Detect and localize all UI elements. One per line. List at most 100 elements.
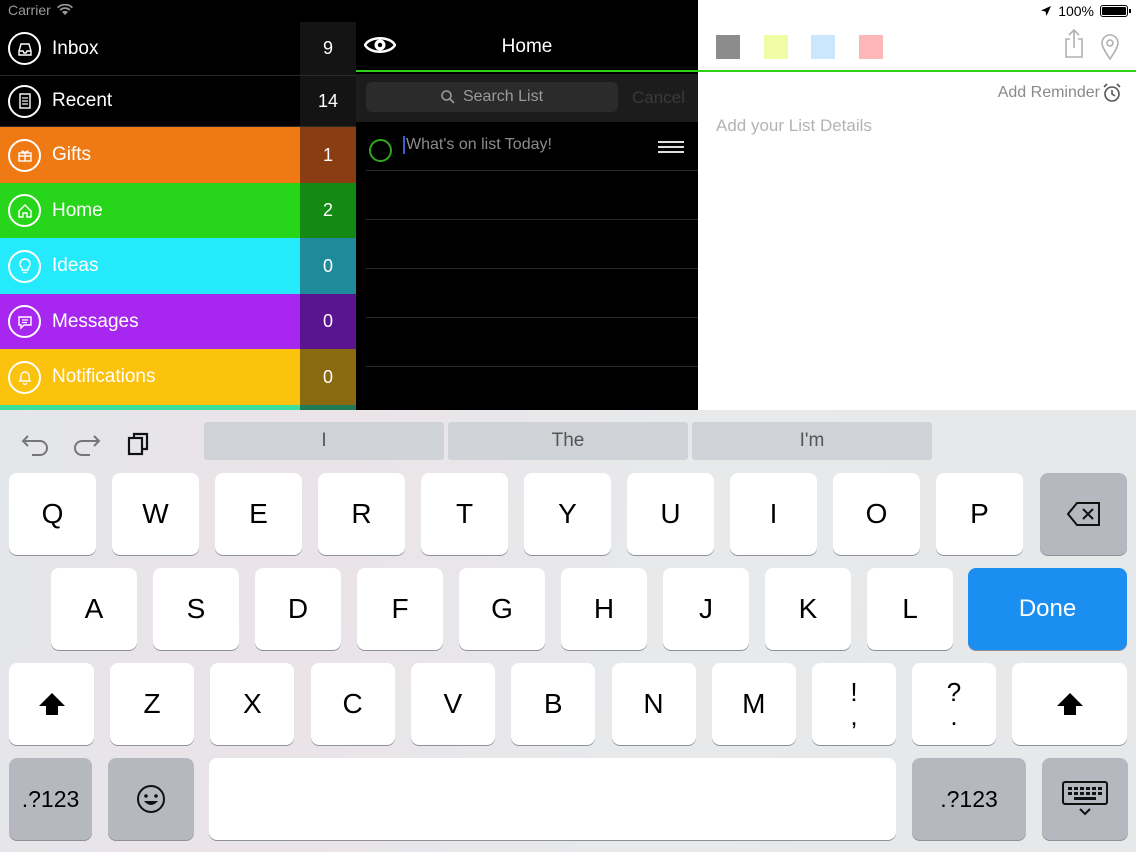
key-j[interactable]: J bbox=[663, 568, 749, 650]
onscreen-keyboard: I The I'm Q W E R T Y U I O P A S D F G H J K L Done Z X C V B N M… bbox=[0, 410, 1136, 852]
backspace-icon bbox=[1066, 502, 1100, 526]
key-h[interactable]: H bbox=[561, 568, 647, 650]
sidebar-item-gifts[interactable]: Gifts 1 bbox=[0, 127, 356, 183]
key-d[interactable]: D bbox=[255, 568, 341, 650]
key-l[interactable]: L bbox=[867, 568, 953, 650]
bell-icon bbox=[8, 360, 41, 394]
wifi-icon bbox=[56, 4, 73, 15]
key-v[interactable]: V bbox=[410, 663, 495, 745]
list-details-field[interactable]: Add your List Details bbox=[716, 116, 872, 136]
sidebar-item-label: Gifts bbox=[52, 144, 92, 165]
suggestion-1[interactable]: I bbox=[204, 422, 444, 460]
list-title: Home bbox=[501, 36, 553, 57]
list-item[interactable] bbox=[366, 269, 698, 318]
keyboard-shortcut-bar bbox=[20, 430, 154, 458]
checkbox-circle-icon[interactable] bbox=[369, 139, 392, 162]
drag-handle-icon[interactable] bbox=[658, 141, 684, 156]
search-bar: Search List Cancel bbox=[356, 74, 698, 122]
key-s[interactable]: S bbox=[153, 568, 239, 650]
backspace-key[interactable] bbox=[1040, 473, 1127, 555]
key-i[interactable]: I bbox=[730, 473, 817, 555]
search-placeholder: Search List bbox=[462, 88, 544, 105]
list-item[interactable] bbox=[366, 220, 698, 269]
status-bar-left: Carrier bbox=[8, 2, 73, 18]
sidebar-item-count: 1 bbox=[300, 127, 356, 183]
new-item-input[interactable]: What's on list Today! bbox=[403, 136, 552, 154]
sidebar-item-count: 9 bbox=[300, 22, 356, 75]
home-icon bbox=[8, 194, 41, 227]
category-sidebar: Inbox 9 Recent 14 Gifts 1 Home 2 Ideas 0 Messages 0… bbox=[0, 0, 356, 410]
sidebar-item-label: Ideas bbox=[52, 255, 99, 276]
key-exclamation-comma[interactable]: !, bbox=[812, 663, 896, 745]
list-item[interactable] bbox=[366, 171, 698, 220]
emoji-key[interactable] bbox=[108, 758, 194, 840]
space-bar[interactable] bbox=[209, 758, 896, 840]
key-y[interactable]: Y bbox=[524, 473, 611, 555]
lightbulb-icon bbox=[8, 249, 41, 283]
list-panel: Home Search List Cancel What's on list T… bbox=[356, 0, 698, 410]
redo-icon[interactable] bbox=[72, 430, 102, 458]
key-b[interactable]: B bbox=[511, 663, 596, 745]
key-t[interactable]: T bbox=[421, 473, 508, 555]
share-icon[interactable] bbox=[1064, 28, 1084, 58]
battery-percent: 100% bbox=[1058, 3, 1094, 19]
sidebar-item-recent[interactable]: Recent 14 bbox=[0, 76, 356, 127]
sidebar-item-home[interactable]: Home 2 bbox=[0, 183, 356, 238]
new-item-row[interactable]: What's on list Today! bbox=[366, 122, 698, 171]
key-q[interactable]: Q bbox=[9, 473, 96, 555]
color-swatch-blue[interactable] bbox=[811, 35, 835, 59]
list-header: Home bbox=[356, 0, 698, 72]
color-swatch-pink[interactable] bbox=[859, 35, 883, 59]
paste-icon[interactable] bbox=[124, 430, 154, 458]
undo-icon[interactable] bbox=[20, 430, 50, 458]
sidebar-item-notifications[interactable]: Notifications 0 bbox=[0, 349, 356, 405]
key-n[interactable]: N bbox=[611, 663, 696, 745]
key-f[interactable]: F bbox=[357, 568, 443, 650]
key-x[interactable]: X bbox=[210, 663, 295, 745]
key-o[interactable]: O bbox=[833, 473, 920, 555]
document-icon bbox=[8, 84, 41, 118]
color-swatch-yellow[interactable] bbox=[764, 35, 788, 59]
key-r[interactable]: R bbox=[318, 473, 405, 555]
key-c[interactable]: C bbox=[310, 663, 395, 745]
cancel-button[interactable]: Cancel bbox=[632, 88, 685, 108]
shift-icon bbox=[1056, 693, 1083, 715]
key-k[interactable]: K bbox=[765, 568, 851, 650]
sidebar-item-count: 0 bbox=[300, 238, 356, 294]
key-w[interactable]: W bbox=[112, 473, 199, 555]
punct-secondary: , bbox=[850, 701, 858, 731]
key-p[interactable]: P bbox=[936, 473, 1023, 555]
search-input[interactable]: Search List bbox=[366, 82, 618, 112]
key-z[interactable]: Z bbox=[110, 663, 194, 745]
add-reminder-button[interactable]: Add Reminder bbox=[998, 84, 1100, 102]
location-arrow-icon bbox=[1041, 6, 1052, 16]
key-question-period[interactable]: ?. bbox=[912, 663, 996, 745]
sidebar-item-messages[interactable]: Messages 0 bbox=[0, 294, 356, 349]
numbers-key-left[interactable]: .?123 bbox=[9, 758, 92, 840]
key-g[interactable]: G bbox=[459, 568, 545, 650]
sidebar-item-label: Messages bbox=[52, 310, 139, 332]
sidebar-item-count: 14 bbox=[300, 76, 356, 126]
shift-key-right[interactable] bbox=[1012, 663, 1127, 745]
search-icon bbox=[441, 90, 455, 104]
emoji-icon bbox=[137, 785, 165, 813]
sidebar-item-inbox[interactable]: Inbox 9 bbox=[0, 22, 356, 76]
shift-key-left[interactable] bbox=[9, 663, 94, 745]
key-m[interactable]: M bbox=[711, 663, 796, 745]
chat-icon bbox=[8, 305, 41, 338]
numbers-key-right[interactable]: .?123 bbox=[912, 758, 1026, 840]
sidebar-item-ideas[interactable]: Ideas 0 bbox=[0, 238, 356, 294]
location-pin-icon[interactable] bbox=[1100, 34, 1120, 60]
done-button[interactable]: Done bbox=[968, 568, 1127, 650]
alarm-clock-icon[interactable] bbox=[1102, 83, 1122, 103]
key-a[interactable]: A bbox=[51, 568, 137, 650]
suggestion-3[interactable]: I'm bbox=[692, 422, 932, 460]
suggestion-2[interactable]: The bbox=[448, 422, 688, 460]
key-e[interactable]: E bbox=[215, 473, 302, 555]
key-u[interactable]: U bbox=[627, 473, 714, 555]
list-item[interactable] bbox=[366, 318, 698, 367]
dismiss-keyboard-key[interactable] bbox=[1042, 758, 1128, 840]
color-swatch-gray[interactable] bbox=[716, 35, 740, 59]
status-bar-right: 100% bbox=[1040, 3, 1131, 19]
carrier-label: Carrier bbox=[8, 2, 51, 18]
